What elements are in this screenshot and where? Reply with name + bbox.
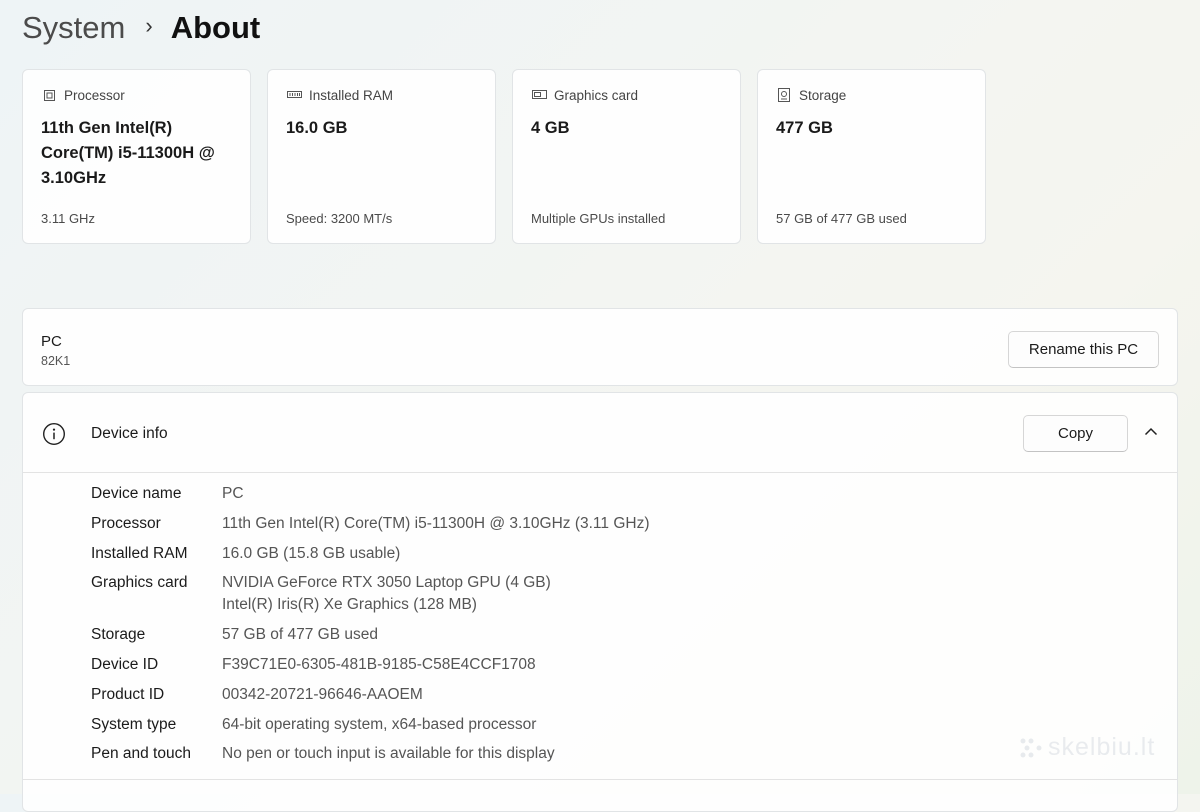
- spec-value: 16.0 GB (15.8 GB usable): [222, 544, 401, 562]
- storage-card-label: Storage: [799, 87, 847, 103]
- processor-card-value: 11th Gen Intel(R) Core(TM) i5-11300H @ 3…: [41, 119, 215, 187]
- divider: [23, 779, 1177, 780]
- spec-value: 00342-20721-96646-AAOEM: [222, 685, 423, 703]
- ram-card: Installed RAM 16.0 GB Speed: 3200 MT/s: [267, 69, 496, 244]
- spec-label: Device name: [91, 485, 182, 502]
- pc-name: PC: [41, 333, 62, 350]
- pc-name-row: PC 82K1 Rename this PC: [22, 308, 1178, 386]
- chevron-up-icon[interactable]: [1142, 423, 1160, 441]
- spec-value: 57 GB of 477 GB used: [222, 626, 378, 644]
- spec-row-processor: Processor 11th Gen Intel(R) Core(TM) i5-…: [91, 513, 650, 535]
- spec-label: Device ID: [91, 655, 159, 673]
- spec-row-installed-ram: Installed RAM 16.0 GB (15.8 GB usable): [91, 543, 650, 565]
- graphics-card-label: Graphics card: [554, 87, 639, 103]
- spec-label: Processor: [91, 514, 161, 532]
- spec-label: Storage: [91, 626, 146, 644]
- spec-label: Graphics card: [91, 574, 188, 592]
- device-specs-list: Device name PC Processor 11th Gen Intel(…: [91, 483, 650, 773]
- ram-card-value: 16.0 GB: [286, 119, 348, 137]
- spec-label: System type: [91, 715, 177, 733]
- spec-row-pen-and-touch: Pen and touch No pen or touch input is a…: [91, 743, 650, 765]
- rename-pc-button[interactable]: Rename this PC: [1008, 331, 1159, 368]
- pc-model: 82K1: [41, 354, 71, 368]
- processor-icon: [41, 87, 57, 103]
- spec-row-device-name: Device name PC: [91, 483, 650, 505]
- storage-icon: [776, 87, 792, 103]
- watermark-logo-icon: [1020, 738, 1042, 757]
- page-title: About: [170, 10, 261, 45]
- copy-button[interactable]: Copy: [1023, 415, 1128, 452]
- graphics-card-card: Graphics card 4 GB Multiple GPUs install…: [512, 69, 741, 244]
- watermark-text: skelbiu.lt: [1048, 733, 1156, 761]
- spec-label: Pen and touch: [91, 745, 191, 763]
- graphics-card-value: 4 GB: [531, 119, 570, 137]
- spec-row-device-id: Device ID F39C71E0-6305-481B-9185-C58E4C…: [91, 654, 650, 676]
- spec-value: No pen or touch input is available for t…: [222, 745, 555, 763]
- device-info-panel: Device info Copy Device name PC Processo…: [22, 392, 1178, 812]
- spec-label: Installed RAM: [91, 544, 188, 562]
- spec-row-product-id: Product ID 00342-20721-96646-AAOEM: [91, 684, 650, 706]
- device-info-title: Device info: [91, 425, 168, 442]
- watermark: skelbiu.lt: [1018, 733, 1155, 762]
- spec-value: 64-bit operating system, x64-based proce…: [222, 715, 537, 733]
- processor-card: Processor 11th Gen Intel(R) Core(TM) i5-…: [22, 69, 251, 244]
- processor-card-sub: 3.11 GHz: [41, 211, 95, 226]
- spec-value: NVIDIA GeForce RTX 3050 Laptop GPU (4 GB…: [222, 572, 551, 616]
- storage-card-sub: 57 GB of 477 GB used: [776, 211, 907, 226]
- storage-card: Storage 477 GB 57 GB of 477 GB used: [757, 69, 986, 244]
- device-info-header[interactable]: Device info Copy: [23, 393, 1177, 473]
- spec-value: PC: [222, 485, 244, 502]
- spec-row-system-type: System type 64-bit operating system, x64…: [91, 714, 650, 736]
- spec-row-graphics-card: Graphics card NVIDIA GeForce RTX 3050 La…: [91, 572, 650, 616]
- spec-row-storage: Storage 57 GB of 477 GB used: [91, 624, 650, 646]
- ram-card-label: Installed RAM: [309, 87, 394, 103]
- breadcrumb: System › About: [22, 6, 260, 50]
- processor-card-label: Processor: [64, 87, 125, 103]
- spec-value-line: NVIDIA GeForce RTX 3050 Laptop GPU (4 GB…: [222, 574, 551, 592]
- breadcrumb-system-link[interactable]: System: [22, 10, 125, 46]
- chevron-right-icon: ›: [145, 13, 153, 38]
- graphics-card-sub: Multiple GPUs installed: [531, 211, 666, 226]
- storage-card-value: 477 GB: [776, 119, 833, 137]
- spec-value: 11th Gen Intel(R) Core(TM) i5-11300H @ 3…: [222, 514, 650, 532]
- ram-icon: [286, 87, 302, 103]
- spec-value: F39C71E0-6305-481B-9185-C58E4CCF1708: [222, 655, 536, 673]
- info-icon: [42, 422, 66, 446]
- graphics-card-icon: [531, 87, 547, 103]
- spec-value-line: Intel(R) Iris(R) Xe Graphics (128 MB): [222, 596, 477, 614]
- ram-card-sub: Speed: 3200 MT/s: [286, 211, 393, 226]
- spec-label: Product ID: [91, 685, 165, 703]
